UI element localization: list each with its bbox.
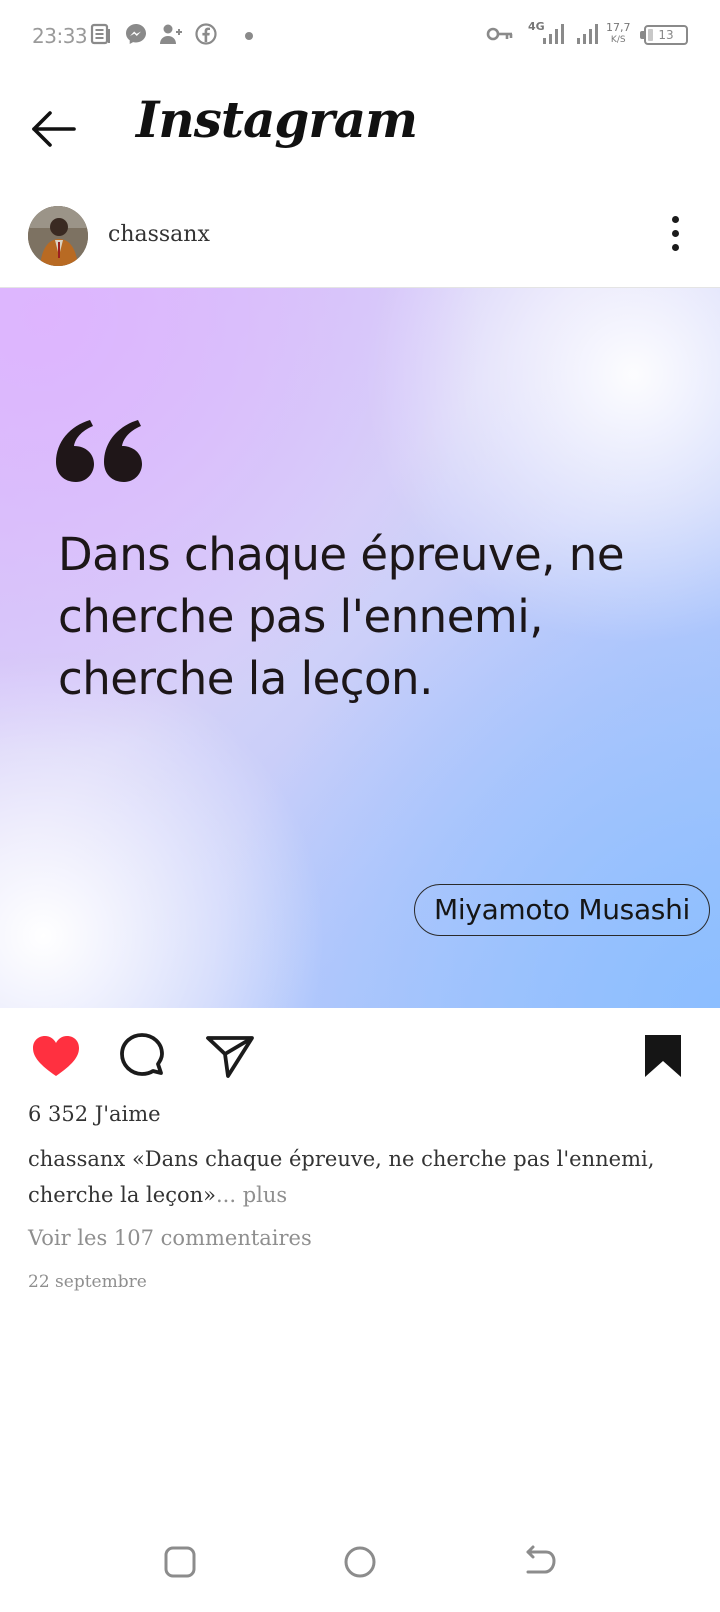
speed-unit: K/S bbox=[610, 35, 626, 45]
app-title: Instagram bbox=[136, 90, 418, 149]
comment-icon[interactable] bbox=[116, 1030, 168, 1082]
back-icon[interactable] bbox=[520, 1542, 560, 1582]
battery-icon: 13 bbox=[644, 25, 688, 45]
dot-icon bbox=[245, 32, 253, 40]
arrow-left-icon[interactable] bbox=[26, 102, 80, 156]
quote-line: cherche la leçon. bbox=[58, 652, 433, 705]
quote-author: Miyamoto Musashi bbox=[414, 884, 710, 936]
caption-ellipsis: ... bbox=[215, 1183, 237, 1207]
network-speed: 17,7 K/S bbox=[606, 22, 631, 46]
battery-level: 13 bbox=[658, 28, 674, 42]
post-username[interactable]: chassanx bbox=[108, 222, 210, 247]
app-header: Instagram bbox=[0, 72, 720, 192]
more-dot bbox=[672, 230, 679, 237]
post-date: 22 septembre bbox=[28, 1272, 147, 1292]
post-image[interactable]: Dans chaque épreuve, ne cherche pas l'en… bbox=[0, 288, 720, 1008]
add-user-icon bbox=[160, 24, 182, 44]
news-icon bbox=[90, 23, 110, 45]
caption-username[interactable]: chassanx bbox=[28, 1147, 125, 1171]
post-caption: chassanx «Dans chaque épreuve, ne cherch… bbox=[28, 1141, 698, 1213]
quote-text: Dans chaque épreuve, ne cherche pas l'en… bbox=[58, 524, 678, 710]
status-time: 23:33 bbox=[32, 24, 88, 48]
view-comments-link[interactable]: Voir les 107 commentaires bbox=[28, 1226, 312, 1250]
more-dot bbox=[672, 216, 679, 223]
likes-count[interactable]: 6 352 J'aime bbox=[28, 1102, 161, 1126]
status-bar: 23:33 4G 17,7 K/S 13 bbox=[0, 0, 720, 72]
signal-icon bbox=[543, 24, 564, 44]
home-icon[interactable] bbox=[340, 1542, 380, 1582]
caption-more-link[interactable]: plus bbox=[243, 1183, 287, 1207]
messenger-icon bbox=[126, 24, 146, 44]
post-header: chassanx bbox=[0, 196, 720, 288]
post-actions bbox=[0, 1008, 720, 1098]
quote-line: Dans chaque épreuve, ne bbox=[58, 528, 625, 581]
speed-value: 17,7 bbox=[606, 21, 631, 34]
system-nav-bar bbox=[0, 1512, 720, 1612]
signal-icon bbox=[577, 24, 598, 44]
facebook-icon bbox=[195, 23, 217, 45]
recents-icon[interactable] bbox=[160, 1542, 200, 1582]
avatar-photo bbox=[28, 206, 88, 266]
send-icon[interactable] bbox=[204, 1030, 256, 1082]
more-dot bbox=[672, 244, 679, 251]
key-icon bbox=[486, 27, 513, 41]
bookmark-filled-icon[interactable] bbox=[640, 1030, 686, 1082]
quote-mark-icon bbox=[56, 420, 142, 482]
quote-line: cherche pas l'ennemi, bbox=[58, 590, 544, 643]
more-vertical-icon[interactable] bbox=[664, 210, 688, 254]
heart-filled-icon[interactable] bbox=[30, 1030, 82, 1082]
avatar[interactable] bbox=[28, 206, 88, 266]
